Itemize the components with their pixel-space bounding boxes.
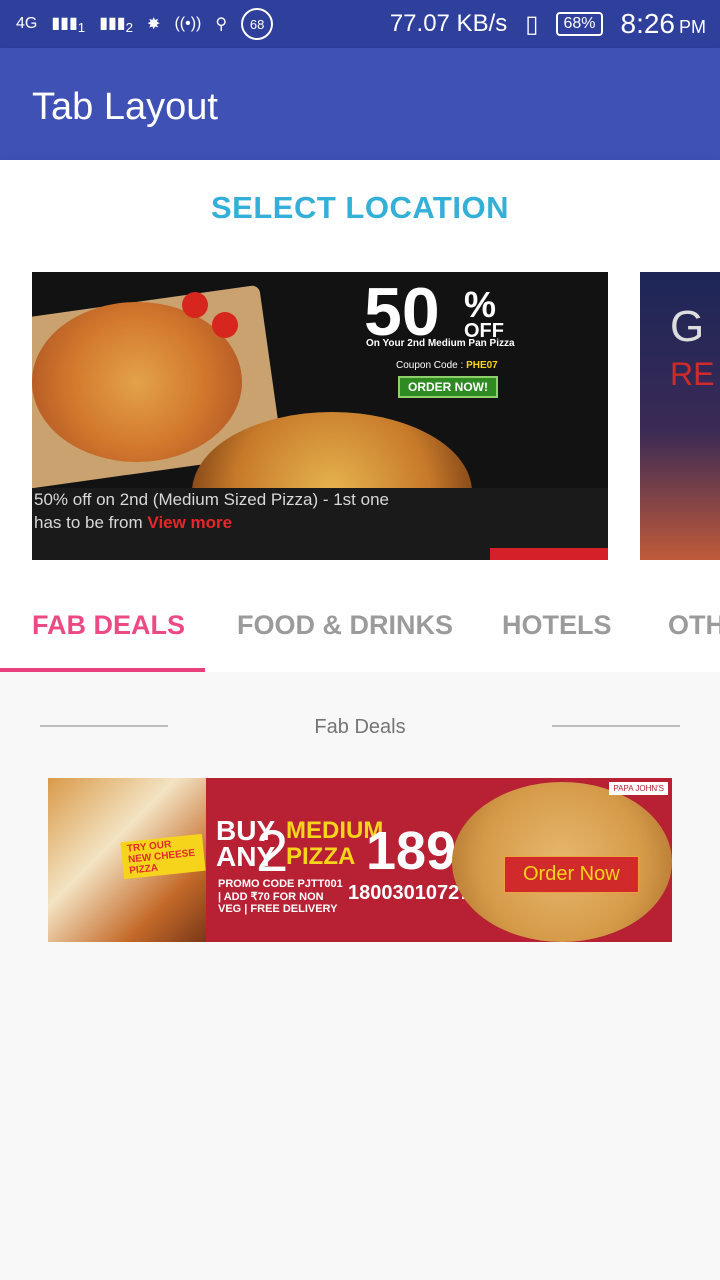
promo-subtitle: On Your 2nd Medium Pan Pizza [366, 338, 515, 349]
vibrate-icon: ▯ [525, 10, 539, 38]
coupon-code: PHE07 [466, 360, 498, 371]
signal-icon-sim1: ▮▮▮1 [51, 14, 86, 36]
coupon-label: Coupon Code : [396, 360, 464, 371]
app-notification-icon: ✸ [147, 16, 161, 33]
view-more-link[interactable]: View more [147, 513, 232, 532]
banner-brand-logo: PAPA JOHN'S [609, 782, 668, 795]
tab-fab-deals[interactable]: FAB DEALS [32, 610, 185, 641]
banner-two: 2 [256, 819, 289, 884]
carousel-card-next[interactable]: G RE [640, 272, 720, 560]
clock: 8:26 PM [621, 8, 707, 40]
caption-line-1: 50% off on 2nd (Medium Sized Pizza) - 1s… [34, 490, 389, 509]
banner-medium-pizza: MEDIUM PIZZA [286, 817, 384, 870]
caption-line-2-text: has to be from [34, 513, 143, 532]
sim1-label: 1 [77, 20, 86, 36]
network-type: 4G [16, 15, 38, 32]
banner-buy-text: BUY ANY [216, 815, 276, 872]
signal-icon-sim2: ▮▮▮2 [99, 14, 134, 36]
tab-food-drinks[interactable]: FOOD & DRINKS [237, 610, 453, 641]
tomato-image [182, 292, 208, 318]
card2-title: G [670, 302, 705, 351]
banner-order-now: Order Now [504, 856, 639, 893]
pizza-image [32, 302, 242, 462]
fab-deals-section: Fab Deals TRY OUR NEW CHEESE PIZZA BUY A… [0, 672, 720, 1280]
banner-promo-code: PROMO CODE PJTT001 | ADD ₹70 FOR NON VEG… [218, 878, 343, 915]
select-location-button[interactable]: SELECT LOCATION [211, 190, 509, 226]
tab-others[interactable]: OTH [668, 610, 720, 641]
section-title: Fab Deals [314, 716, 406, 738]
status-bar-left: 4G ▮▮▮1 ▮▮▮2 ✸ ((•)) ⚲ 68 [16, 8, 274, 40]
tomato-image [212, 312, 238, 338]
deal-banner[interactable]: TRY OUR NEW CHEESE PIZZA BUY ANY 2 MEDIU… [48, 778, 672, 942]
tab-hotels[interactable]: HOTELS [502, 610, 612, 641]
deals-carousel[interactable]: 50 % OFF On Your 2nd Medium Pan Pizza Co… [0, 256, 720, 576]
banner-price: 189 [366, 821, 457, 881]
battery-indicator: 68% [556, 12, 603, 36]
usb-icon: ⚲ [215, 16, 228, 33]
category-tabs: FAB DEALS FOOD & DRINKS HOTELS OTH [0, 576, 720, 672]
app-bar: Tab Layout [0, 48, 720, 160]
location-bar: SELECT LOCATION [0, 160, 720, 256]
sim2-label: 2 [125, 20, 134, 36]
caption-line-2: has to be from View more [34, 511, 608, 534]
promo-headline: 50 % OFF [364, 278, 504, 346]
app-title: Tab Layout [32, 86, 218, 128]
card-red-strip [490, 548, 608, 560]
notification-count-badge: 68 [241, 8, 274, 40]
network-speed: 77.07 KB/s [389, 10, 508, 37]
clock-ampm: PM [679, 17, 706, 37]
clock-time: 8:26 [620, 8, 676, 39]
order-now-badge: ORDER NOW! [398, 376, 498, 398]
card2-subtitle: RE [670, 356, 715, 392]
section-divider-right [552, 725, 680, 727]
hotspot-icon: ((•)) [174, 15, 202, 32]
carousel-card-pizza-deal[interactable]: 50 % OFF On Your 2nd Medium Pan Pizza Co… [32, 272, 608, 560]
status-bar-right: 77.07 KB/s ▯ 68% 8:26 PM [390, 8, 706, 40]
status-bar: 4G ▮▮▮1 ▮▮▮2 ✸ ((•)) ⚲ 68 77.07 KB/s ▯ 6… [0, 0, 720, 48]
coupon-text: Coupon Code : PHE07 [396, 360, 498, 371]
